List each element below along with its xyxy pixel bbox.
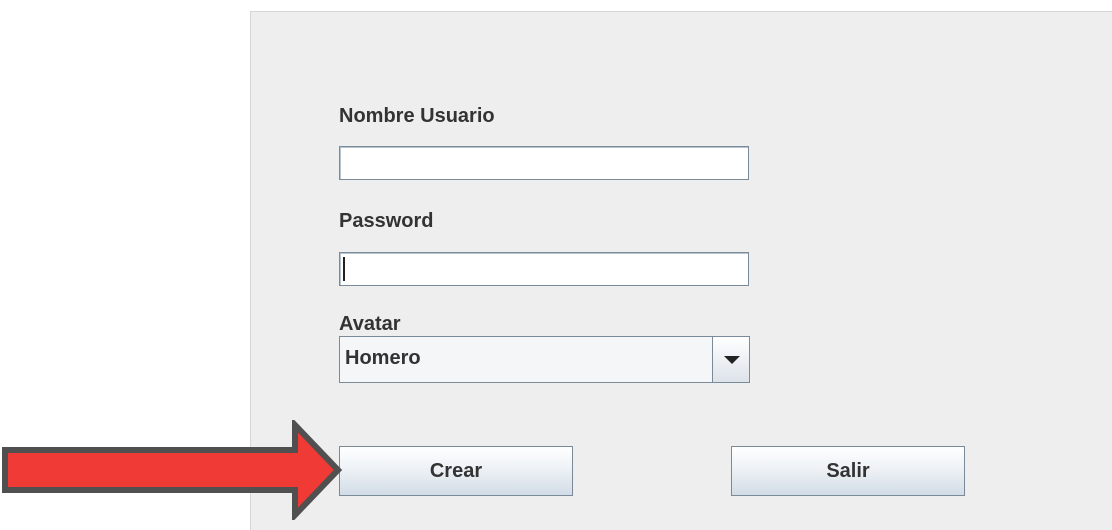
avatar-select[interactable]: Homero	[339, 336, 750, 383]
text-caret	[343, 257, 345, 281]
chevron-down-icon	[724, 356, 740, 364]
arrow-shape	[2, 420, 343, 520]
create-button[interactable]: Crear	[339, 446, 573, 496]
exit-button[interactable]: Salir	[731, 446, 965, 496]
password-field[interactable]	[339, 252, 749, 286]
username-field[interactable]	[339, 146, 749, 180]
avatar-label: Avatar	[339, 313, 401, 335]
username-label: Nombre Usuario	[339, 105, 495, 127]
dropdown-button[interactable]	[712, 337, 749, 382]
annotation-arrow	[2, 420, 343, 520]
screen: Nombre Usuario Password Avatar Homero Cr…	[0, 0, 1112, 530]
avatar-selected-value: Homero	[345, 347, 421, 369]
password-label: Password	[339, 210, 434, 232]
